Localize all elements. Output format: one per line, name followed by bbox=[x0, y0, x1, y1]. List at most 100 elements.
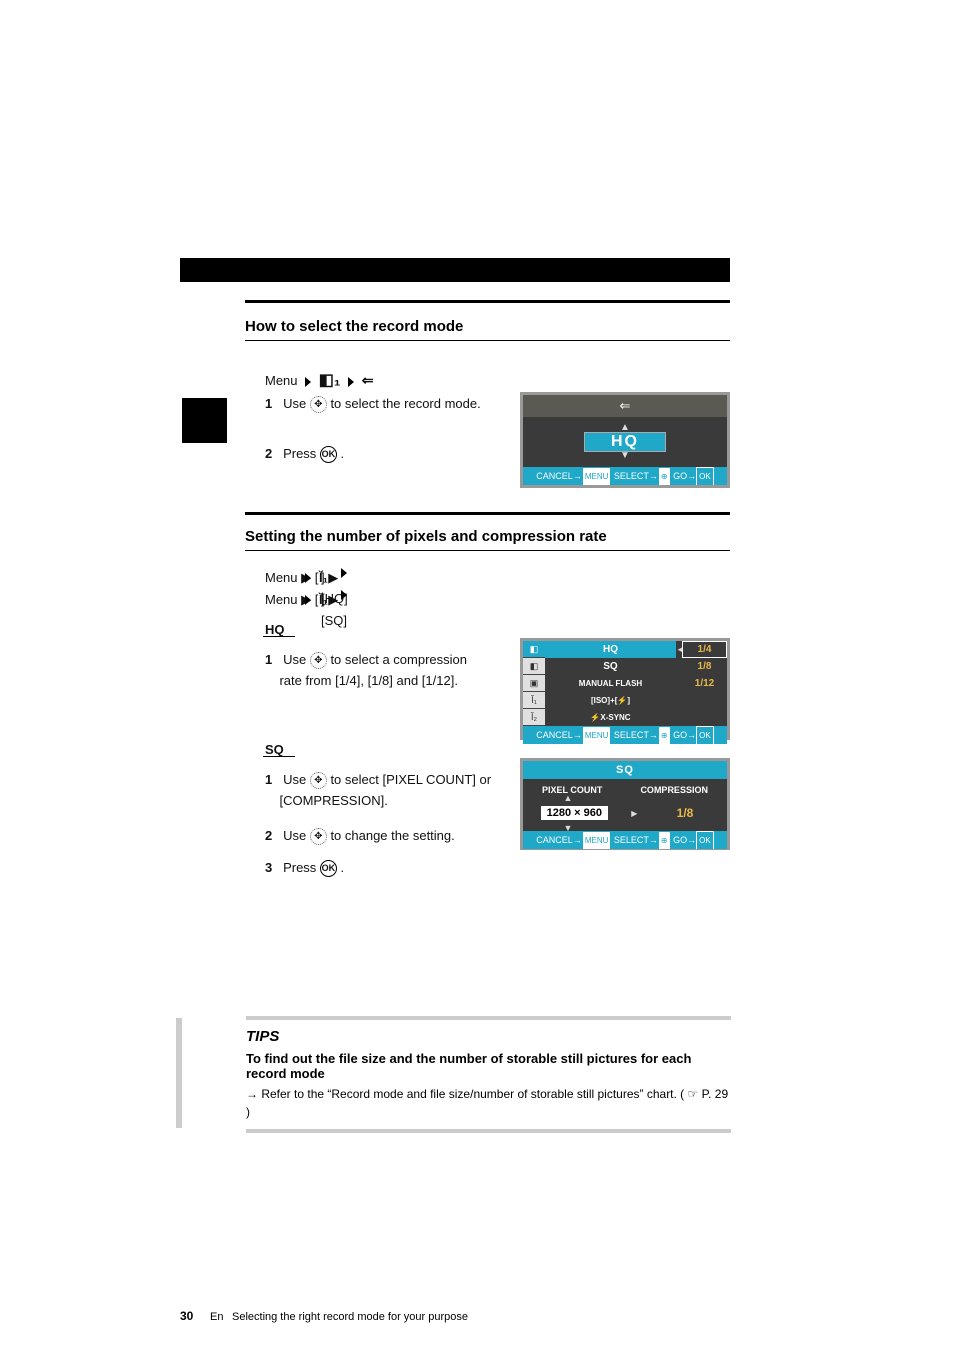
dpad-icon: ✥ bbox=[310, 772, 327, 789]
step2: 2 Press OK . bbox=[265, 444, 344, 465]
menu-label: Menu bbox=[265, 373, 298, 388]
foot-cancel: CANCEL bbox=[536, 730, 573, 740]
page-header-bar bbox=[180, 258, 730, 282]
menu-sq: SQ bbox=[545, 658, 676, 675]
hq-step1-num: 1 bbox=[265, 652, 272, 667]
menu-iso-flash: [ISO]+[⚡] bbox=[545, 692, 676, 709]
tips-body-ref: P. 29 bbox=[702, 1087, 728, 1101]
foot-cancel: CANCEL bbox=[536, 835, 573, 845]
sq-step3-num: 3 bbox=[265, 860, 272, 875]
foot-select: SELECT bbox=[614, 471, 649, 481]
sq-step3: 3 Press OK . bbox=[265, 858, 344, 879]
foot-menu-icon: MENU bbox=[583, 727, 611, 744]
tips-box: TIPS To find out the file size and the n… bbox=[246, 1016, 731, 1133]
hq-step1-c: rate from [1/4], [1/8] and [1/12]. bbox=[279, 673, 458, 688]
sq-step3-a: Press bbox=[283, 860, 320, 875]
rule-thin bbox=[245, 550, 730, 551]
step2-number: 2 bbox=[265, 446, 272, 461]
tab-camera1-icon: ◧ bbox=[523, 641, 545, 658]
record-mode-icon: ⇐ bbox=[620, 398, 631, 413]
foot-select: SELECT bbox=[614, 835, 649, 845]
hq-heading-text: HQ bbox=[265, 620, 285, 641]
flash-icon: ⚡ bbox=[590, 713, 600, 722]
menu-sq-b: ] ▶ [SQ] bbox=[321, 590, 347, 632]
chapter-tab bbox=[182, 398, 227, 443]
sq-step1-b: to select [PIXEL COUNT] or bbox=[330, 772, 491, 787]
val-1-12: 1/12 bbox=[682, 675, 727, 692]
val-1-4: 1/4 bbox=[682, 641, 727, 658]
step2-text-a: Press bbox=[283, 446, 320, 461]
chevron-right-icon bbox=[305, 377, 311, 387]
lcd-footer: CANCEL→MENU SELECT→⊕ GO→OK bbox=[523, 831, 727, 849]
record-mode-icon: ⇐ bbox=[362, 372, 374, 388]
step1-number: 1 bbox=[265, 396, 272, 411]
tips-body-b: ) bbox=[246, 1105, 250, 1119]
dpad-icon: ⊕ bbox=[659, 832, 670, 849]
val-1-8: 1/8 bbox=[682, 658, 727, 675]
lcd3-title: SQ bbox=[523, 761, 727, 779]
tips-subtitle: To find out the file size and the number… bbox=[246, 1051, 731, 1081]
ok-button-icon: OK bbox=[320, 446, 337, 463]
tab-custom1-icon: Ĭ₁ bbox=[523, 692, 545, 709]
foot-ok-icon: OK bbox=[696, 831, 714, 849]
tab-custom2-icon: Ĭ₂ bbox=[523, 709, 545, 726]
lcd-screen-record-mode: ⇐ ▲ HQ ▼ CANCEL→MENU SELECT→⊕ GO→OK bbox=[520, 392, 730, 488]
step2-text-b: . bbox=[341, 446, 345, 461]
sq-step1-c: [COMPRESSION]. bbox=[279, 793, 387, 808]
lcd1-selected-mode: HQ bbox=[584, 432, 666, 452]
ok-button-icon: OK bbox=[320, 860, 337, 877]
section2-menu-sq: Menu ▶ [ Ĭ₁ ] ▶ [SQ] bbox=[265, 590, 318, 611]
camera-icon: ◧₁ bbox=[319, 372, 341, 389]
tips-side-marker bbox=[176, 1018, 182, 1128]
tips-body: → Refer to the “Record mode and file siz… bbox=[246, 1085, 731, 1121]
sq-step1-a: Use bbox=[283, 772, 310, 787]
chevron-right-icon bbox=[305, 595, 311, 605]
foot-ok-icon: OK bbox=[696, 726, 714, 744]
foot-cancel: CANCEL bbox=[536, 471, 573, 481]
step1-text-b: to select the record mode. bbox=[330, 396, 480, 411]
hq-step1: 1 Use ✥ to select a compression rate fro… bbox=[265, 650, 467, 692]
section2-title: Setting the number of pixels and compres… bbox=[245, 528, 607, 545]
foot-go: GO bbox=[673, 835, 687, 845]
sq-step2: 2 Use ✥ to change the setting. bbox=[265, 826, 455, 847]
foot-menu-icon: MENU bbox=[583, 468, 611, 485]
chevron-down-icon: ▼ bbox=[620, 452, 630, 460]
page-reference-icon: ☞ bbox=[688, 1087, 699, 1101]
foot-menu-icon: MENU bbox=[583, 832, 611, 849]
dpad-icon: ✥ bbox=[310, 828, 327, 845]
tab-camera2-icon: ◧ bbox=[523, 658, 545, 675]
tips-title: TIPS bbox=[246, 1028, 731, 1045]
foot-go: GO bbox=[673, 471, 687, 481]
sq-step1-num: 1 bbox=[265, 772, 272, 787]
foot-go: GO bbox=[673, 730, 687, 740]
dpad-icon: ✥ bbox=[310, 652, 327, 669]
section1-title: How to select the record mode bbox=[245, 318, 463, 335]
sq-step1: 1 Use ✥ to select [PIXEL COUNT] or [COMP… bbox=[265, 770, 491, 812]
hq-step1-b: to select a compression bbox=[330, 652, 467, 667]
section2-menu-hq: Menu ▶ [ Ĭ₁ ] ▶ [HQ] bbox=[265, 568, 318, 589]
rule-thin bbox=[245, 340, 730, 341]
tab-play-icon: ▣ bbox=[523, 675, 545, 692]
dpad-icon: ✥ bbox=[310, 396, 327, 413]
step1-text-a: Use bbox=[283, 396, 310, 411]
rule-thick bbox=[245, 512, 730, 515]
tips-body-a: → Refer to the “Record mode and file siz… bbox=[246, 1087, 684, 1101]
lcd-footer: CANCEL→MENU SELECT→⊕ GO→OK bbox=[523, 726, 727, 744]
sq-heading-text: SQ bbox=[265, 740, 284, 761]
foot-ok-icon: OK bbox=[696, 467, 714, 485]
lcd-screen-hq-menu: ◧HQ◄1/4 ◧SQ1/8 ▣MANUAL FLASH1/12 Ĭ₁[ISO]… bbox=[520, 638, 730, 740]
menu-hq: HQ bbox=[545, 641, 676, 658]
sq-step2-a: Use bbox=[283, 828, 310, 843]
menu-xsync: ⚡X-SYNC bbox=[545, 709, 676, 726]
page-lang: En bbox=[210, 1311, 223, 1323]
chevron-right-icon: ▶ bbox=[631, 809, 637, 818]
hq-step1-a: Use bbox=[283, 652, 310, 667]
sq-step3-b: . bbox=[341, 860, 345, 875]
chevron-up-icon: ▲ bbox=[620, 424, 630, 432]
pixel-count-value: 1280 × 960 bbox=[541, 806, 608, 820]
section1-menu-path: Menu ◧₁ ⇐ bbox=[265, 368, 374, 394]
chevron-right-icon bbox=[305, 573, 311, 583]
page-running-title: Selecting the right record mode for your… bbox=[232, 1311, 468, 1323]
rule-thick bbox=[245, 300, 730, 303]
compression-value: 1/8 bbox=[661, 805, 710, 821]
